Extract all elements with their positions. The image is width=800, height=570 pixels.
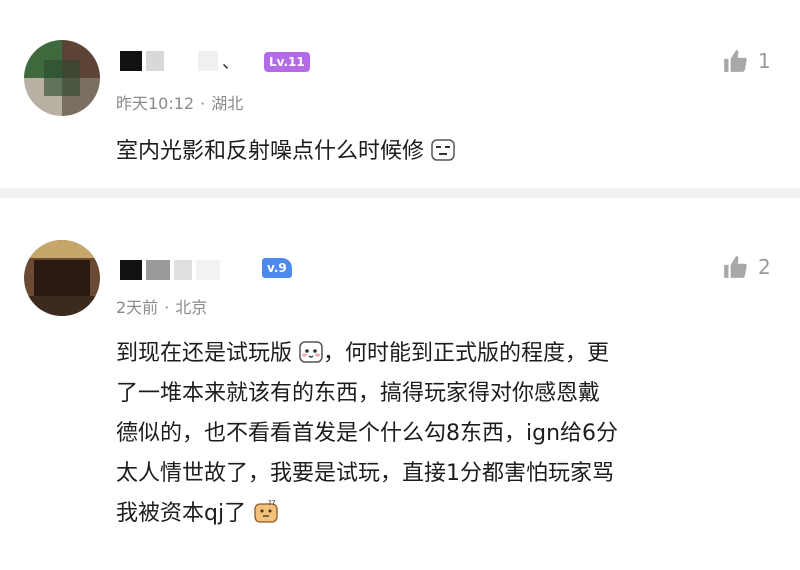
level-badge: v.9 (262, 258, 292, 278)
doge-emoji-icon: ?? (253, 497, 278, 523)
timestamp: 2天前 (116, 298, 159, 317)
comment-meta: 2天前 · 北京 (116, 298, 208, 317)
comment-line: 了一堆本来就该有的东西，搞得玩家得对你感恩戴 (116, 381, 601, 406)
like-count: 2 (758, 255, 771, 279)
blush-face-emoji-icon (299, 337, 323, 363)
thumbs-up-icon (724, 256, 747, 278)
comment-line: 我被资本qj了 ?? (116, 494, 786, 534)
username[interactable] (120, 260, 220, 280)
comment-line: 太人情世故了，我要是试玩，直接1分都害怕玩家骂 (116, 461, 614, 486)
comment-text: 到现在还是试玩版 ，何时能到正式版的程度，更 了一堆本来就该有的东西，搞得玩家得… (116, 334, 786, 534)
comment-line: 德似的，也不看看首发是个什么勾8东西，ign给6分 (116, 421, 619, 446)
comment-line-text: 我被资本qj了 (116, 501, 247, 526)
comment-line-text: 到现在还是试玩版 (116, 341, 293, 366)
svg-text:??: ?? (268, 499, 276, 507)
comment-line-text: ，何时能到正式版的程度，更 (323, 341, 610, 366)
avatar[interactable] (24, 240, 100, 316)
comment-2: v.9 2天前 · 北京 到现在还是试玩版 ，何时能到正式版的程度，更 了一堆本来就… (0, 0, 800, 526)
like-button[interactable]: 2 (722, 254, 771, 280)
comment-line: 到现在还是试玩版 ，何时能到正式版的程度，更 (116, 334, 786, 374)
location: 北京 (175, 298, 208, 317)
